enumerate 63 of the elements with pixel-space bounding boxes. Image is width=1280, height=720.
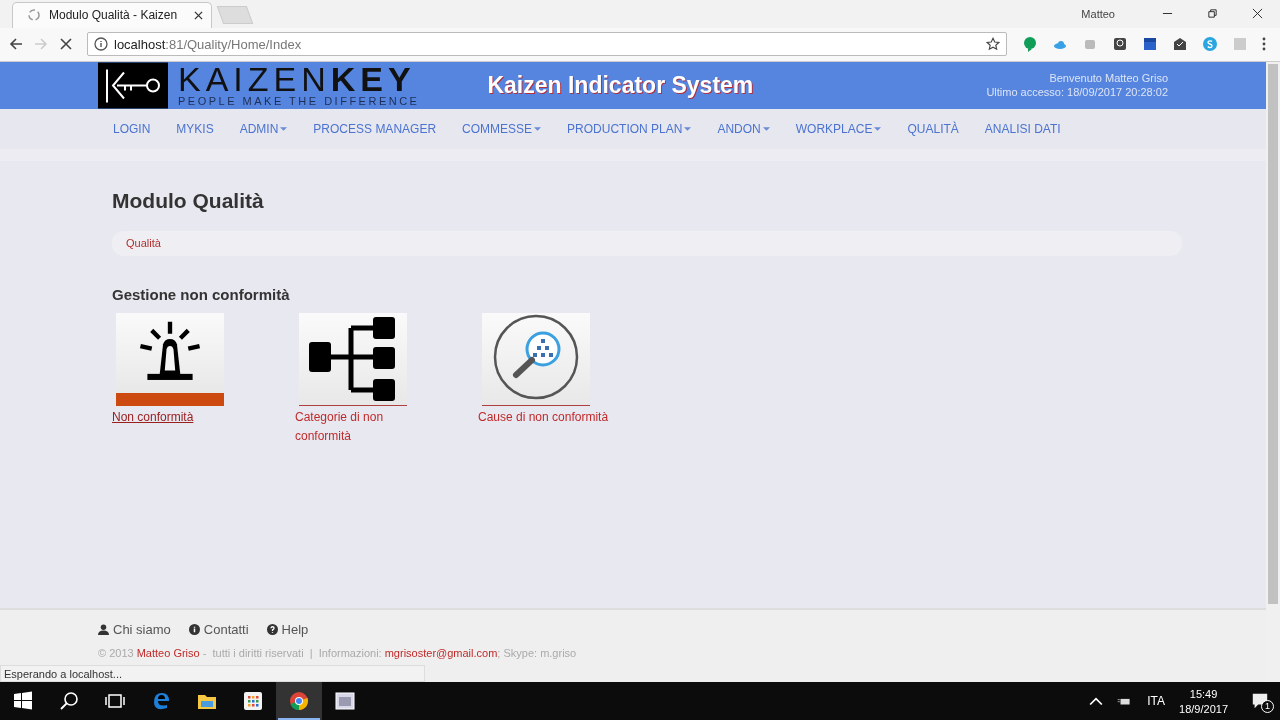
author-link[interactable]: Matteo Griso	[136, 647, 200, 659]
notification-button[interactable]: 1	[1240, 682, 1280, 720]
nav-link[interactable]: COMMESSE	[462, 121, 542, 136]
language-indicator[interactable]: ITA	[1147, 694, 1166, 708]
info-icon[interactable]	[94, 37, 108, 52]
clock[interactable]: 15:49 18/9/2017	[1179, 687, 1228, 715]
menu-icon[interactable]	[1262, 36, 1266, 53]
caret-icon	[874, 126, 882, 131]
search-icon	[59, 691, 79, 711]
caret-icon	[762, 126, 770, 131]
nav-link[interactable]: ANALISI DATI	[984, 121, 1061, 136]
skype-icon[interactable]	[1202, 36, 1218, 53]
nav-link[interactable]: WORKPLACE	[795, 121, 882, 136]
breadcrumb-link[interactable]: Qualità	[126, 237, 161, 250]
tile-image[interactable]	[299, 312, 407, 406]
windows-icon	[13, 691, 33, 711]
close-icon[interactable]	[194, 10, 203, 20]
nav-link[interactable]: QUALITÀ	[907, 121, 959, 136]
footer-link[interactable]: Help	[266, 622, 309, 637]
app-title: Kaizen Indicator System	[487, 71, 754, 99]
nav-link[interactable]: ANDON	[717, 121, 770, 136]
tile-image[interactable]	[482, 312, 590, 406]
footer-link[interactable]: Contatti	[188, 622, 249, 637]
address-bar[interactable]: localhost:81/Quality/Home/Index	[87, 32, 1007, 57]
tile-link[interactable]: Cause di non conformità	[478, 407, 628, 427]
tile-image[interactable]	[116, 312, 224, 406]
nav-link[interactable]: LOGIN	[113, 121, 151, 136]
chevron-up-icon[interactable]	[1089, 695, 1104, 707]
tile-link[interactable]: Non conformità	[112, 407, 262, 427]
star-icon[interactable]	[986, 37, 1000, 52]
help-icon	[266, 624, 278, 635]
tile-link[interactable]: Categorie di non conformità	[295, 407, 405, 446]
scrollbar[interactable]	[1266, 61, 1280, 682]
browser-tab[interactable]: Modulo Qualità - Kaizen	[12, 1, 212, 28]
section-title: Gestione non conformità	[112, 285, 291, 303]
nav-link[interactable]: ADMIN	[239, 121, 288, 136]
info-icon	[188, 624, 200, 635]
user-icon	[98, 624, 109, 635]
chrome-icon	[289, 691, 309, 711]
app-window-icon	[335, 691, 355, 711]
notification-count: 1	[1261, 700, 1274, 713]
footer-link[interactable]: Chi siamo	[98, 622, 171, 637]
task-view-icon	[105, 691, 125, 711]
taskbar-button[interactable]	[276, 682, 322, 720]
copyright-text: © 2013 Matteo Griso - tutti i diritti riservati | Informazioni: mgrisoster@gmail.com; Skype: m.griso	[98, 647, 578, 659]
brand-tagline: PEOPLE MAKE THE DIFFERENCE	[178, 94, 420, 108]
nav-link[interactable]: PRODUCTION PLAN	[567, 121, 692, 136]
brand-name: KAIZEN KEY	[178, 62, 416, 95]
close-icon[interactable]	[1252, 8, 1263, 20]
caret-icon	[534, 126, 542, 131]
welcome-text: Benvenuto Matteo Griso	[1049, 72, 1168, 85]
edge-icon	[151, 691, 171, 711]
mail-icon[interactable]	[1172, 36, 1188, 53]
caret-icon	[684, 126, 692, 131]
app-grid-icon	[243, 691, 263, 711]
profile-name[interactable]: Matteo	[1081, 7, 1115, 20]
nav-link[interactable]: PROCESS MANAGER	[313, 121, 437, 136]
nav-link[interactable]: MYKIS	[176, 121, 214, 136]
status-bubble: Esperando a localhost...	[0, 665, 425, 682]
caret-icon	[280, 126, 288, 131]
last-access-text: Ultimo accesso: 18/09/2017 20:28:02	[986, 86, 1168, 99]
restore-icon[interactable]	[1207, 8, 1218, 20]
page-title: Modulo Qualità	[112, 188, 265, 213]
